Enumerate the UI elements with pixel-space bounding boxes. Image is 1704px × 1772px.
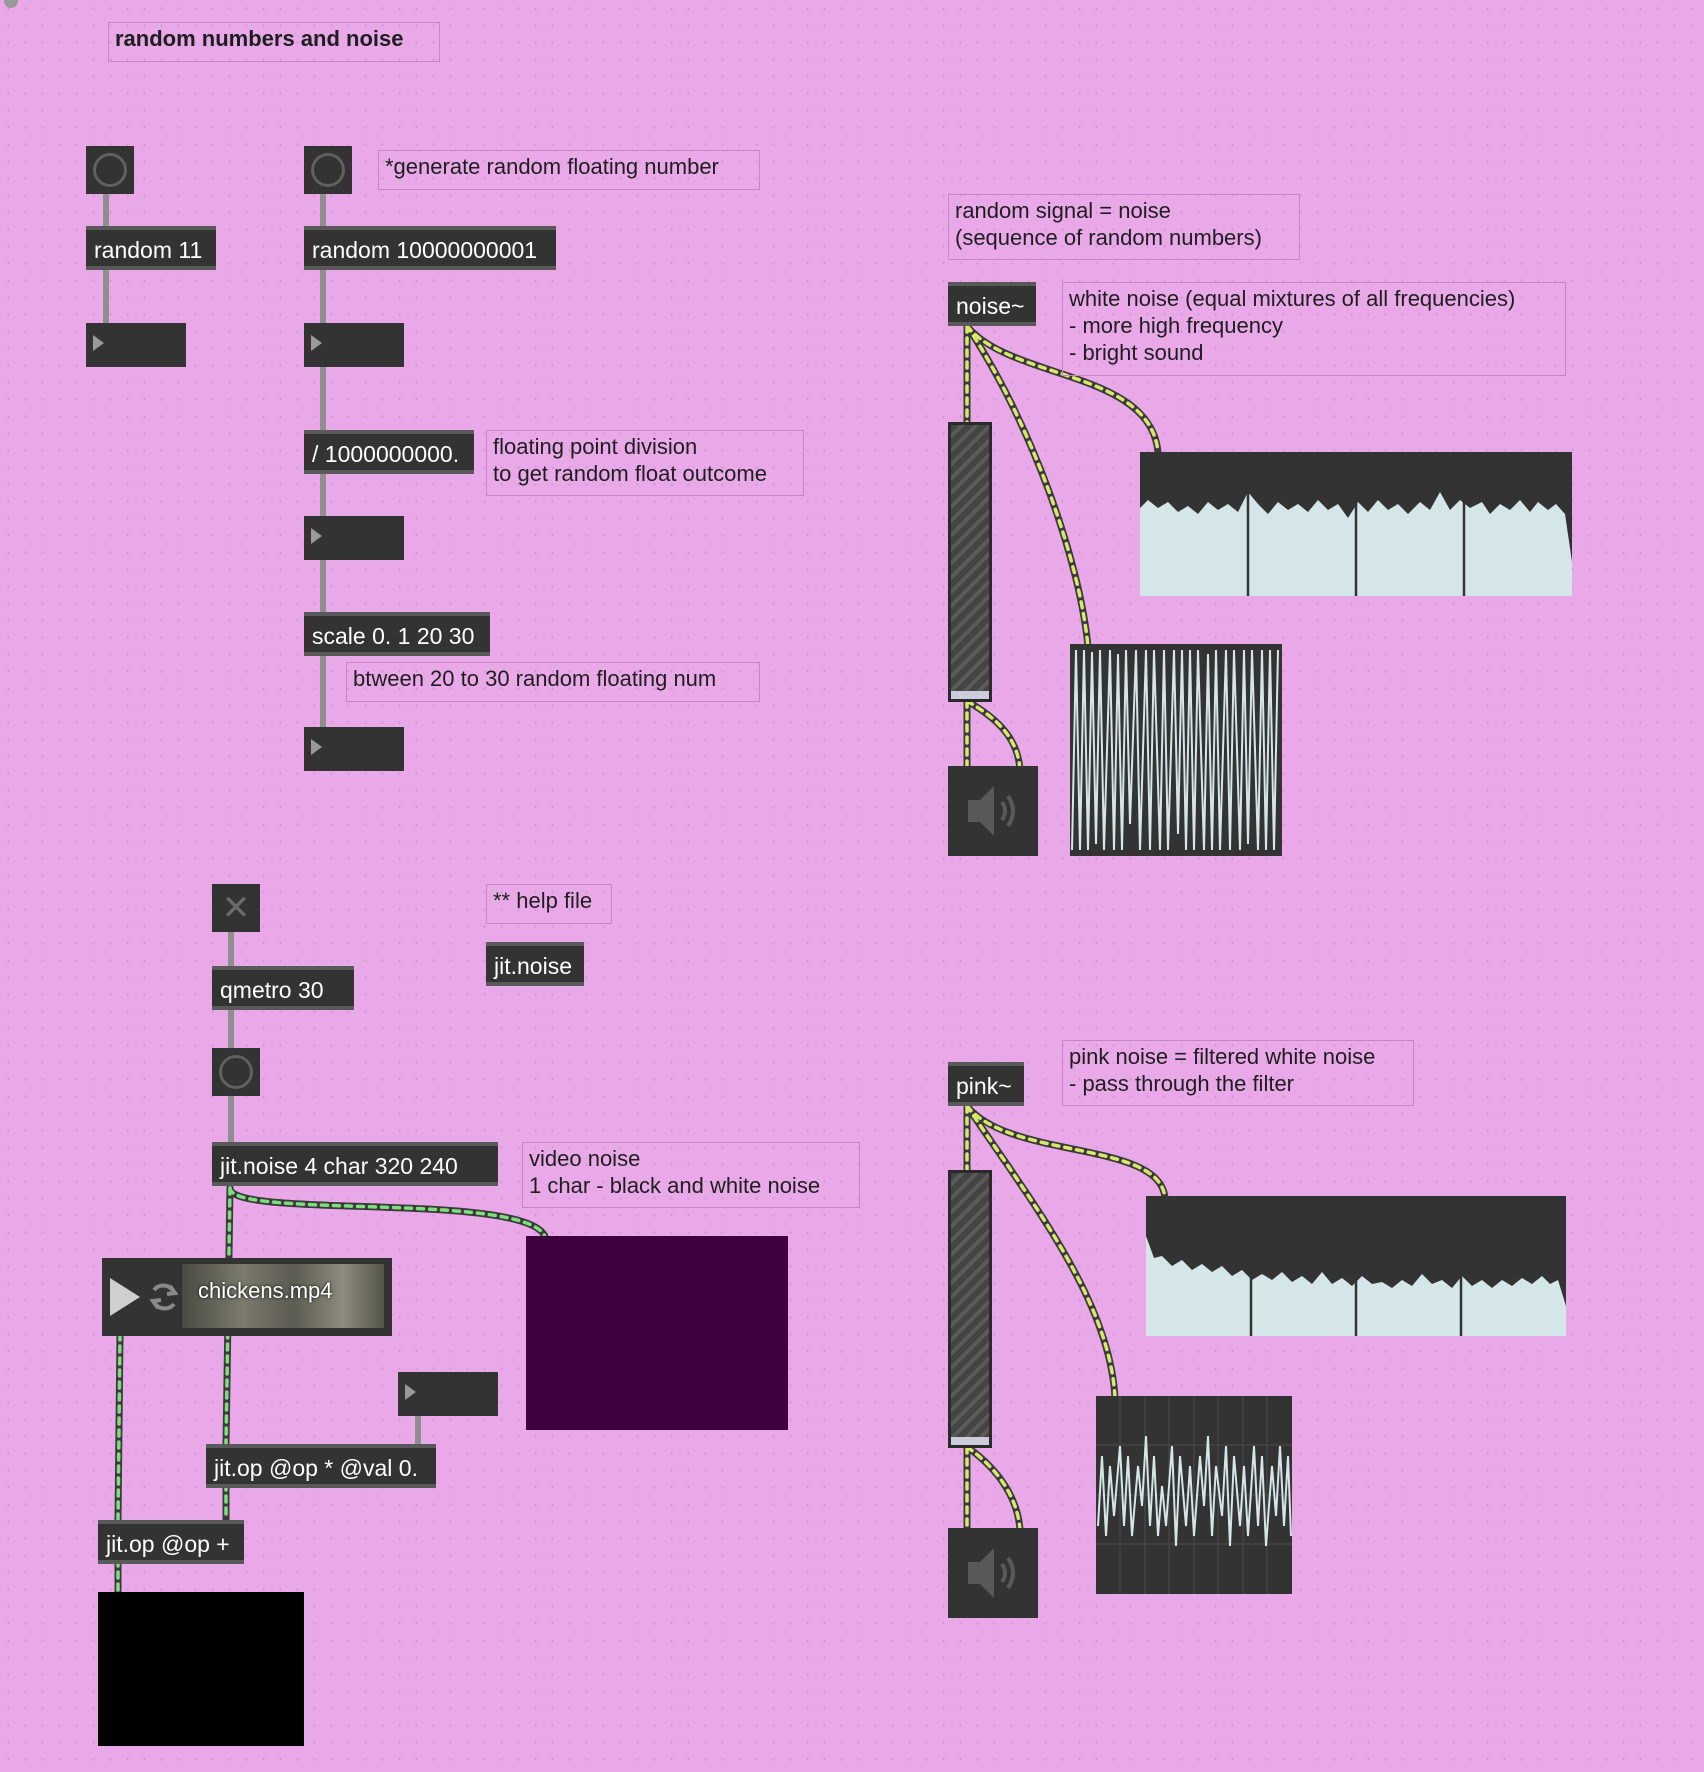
jit-noise-help-object[interactable]: jit.noise [486,942,584,986]
comment-float-division: floating point division to get random fl… [486,430,804,496]
number-arrow-icon [405,1384,416,1400]
comment-video-noise: video noise 1 char - black and white noi… [522,1142,860,1208]
comment-white-noise: white noise (equal mixtures of all frequ… [1062,282,1566,376]
spectrum-display-pink [1146,1196,1566,1336]
comment-help-file: ** help file [486,884,612,924]
ezdac-speaker-button[interactable] [948,766,1038,856]
bang-icon [311,153,345,187]
ezdac-speaker-button[interactable] [948,1528,1038,1618]
scale-object[interactable]: scale 0. 1 20 30 [304,612,490,656]
speaker-icon [968,786,1015,836]
meter-cap [951,691,989,699]
jit-op-multiply-object[interactable]: jit.op @op * @val 0. [206,1444,436,1488]
movie-filename: chickens.mp4 [198,1278,333,1303]
number-box[interactable]: 0 [86,323,186,367]
number-arrow-icon [93,335,104,351]
pink-object[interactable]: pink~ [948,1062,1024,1106]
play-icon[interactable] [110,1278,140,1316]
number-box[interactable]: 0. [304,727,404,771]
speaker-icon [968,1548,1015,1598]
number-arrow-icon [311,739,322,755]
bang-button[interactable] [304,146,352,194]
comment-generate: *generate random floating number [378,150,760,190]
divide-object[interactable]: / 1000000000. [304,430,474,474]
noise-object[interactable]: noise~ [948,282,1036,326]
meter-cap [951,1437,989,1445]
number-box[interactable]: 0. [398,1372,498,1416]
level-meter [948,422,992,702]
comment-random-signal: random signal = noise (sequence of rando… [948,194,1300,260]
oscilloscope-white [1070,644,1282,856]
video-display-noise [526,1236,788,1430]
spectrum-display-white [1140,452,1572,596]
patch-title: random numbers and noise [108,22,440,62]
toggle-button[interactable]: ✕ [212,884,260,932]
control-cords [103,190,421,1447]
number-arrow-icon [311,335,322,351]
comment-pink-noise: pink noise = filtered white noise - pass… [1062,1040,1414,1106]
patcher-canvas[interactable]: random numbers and noise random 11 0 *ge… [0,0,1704,1772]
number-box[interactable]: 0 [304,323,404,367]
signal-cord[interactable] [965,1445,1022,1532]
transport-controls [110,1278,179,1316]
jit-op-add-object[interactable]: jit.op @op + [98,1520,244,1564]
playlist-movie-player[interactable]: chickens.mp4 [102,1258,392,1336]
loop-icon[interactable] [149,1283,179,1311]
comment-between: btween 20 to 30 random floating num [346,662,760,702]
bang-icon [93,153,127,187]
number-box[interactable]: 0. [304,516,404,560]
video-display-output [98,1592,304,1746]
qmetro-object[interactable]: qmetro 30 [212,966,354,1010]
bang-button[interactable] [212,1048,260,1096]
toggle-x-icon: ✕ [221,889,251,927]
bang-button[interactable] [86,146,134,194]
level-meter [948,1170,992,1448]
random-11-object[interactable]: random 11 [86,226,216,270]
jit-noise-object[interactable]: jit.noise 4 char 320 240 [212,1142,498,1186]
number-arrow-icon [311,528,322,544]
oscilloscope-pink [1096,1396,1292,1594]
random-big-object[interactable]: random 10000000001 [304,226,556,270]
bang-icon [219,1055,253,1089]
